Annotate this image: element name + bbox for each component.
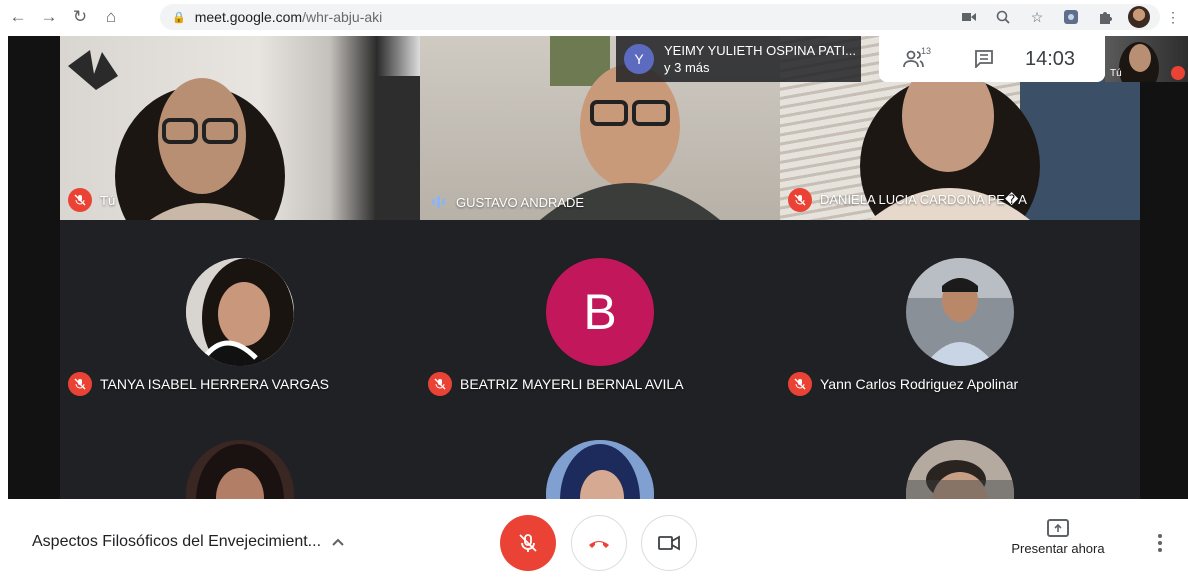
lock-icon: 🔒 xyxy=(172,11,186,24)
tile-name-label: GUSTAVO ANDRADE xyxy=(456,194,585,210)
participant-avatar xyxy=(906,258,1014,366)
mic-off-icon xyxy=(428,372,452,396)
mic-off-icon xyxy=(1171,66,1185,80)
presenter-name: YEIMY YULIETH OSPINA PATI... xyxy=(664,43,856,58)
participant-tile-tanya[interactable]: TANYA ISABEL HERRERA VARGAS xyxy=(60,220,420,430)
camera-icon[interactable] xyxy=(954,4,984,30)
zoom-icon[interactable] xyxy=(988,4,1018,30)
video-camera-icon xyxy=(658,535,680,551)
participant-avatar-partial[interactable] xyxy=(546,440,654,499)
puzzle-icon[interactable] xyxy=(1090,4,1120,30)
stage-margin-left xyxy=(8,36,60,499)
camera-toggle-button[interactable] xyxy=(641,515,697,571)
meeting-clock: 14:03 xyxy=(1025,47,1076,70)
video-tile-self[interactable]: Tú xyxy=(60,36,420,220)
participant-tile-yann[interactable]: Yann Carlos Rodriguez Apolinar xyxy=(780,220,1140,430)
extension-icon[interactable] xyxy=(1056,4,1086,30)
mic-off-icon xyxy=(68,188,92,212)
menu-dots-icon[interactable]: ⋮ xyxy=(1158,4,1188,30)
tile-name-label: TANYA ISABEL HERRERA VARGAS xyxy=(100,376,329,392)
participant-tile-beatriz[interactable]: B BEATRIZ MAYERLI BERNAL AVILA xyxy=(420,220,780,430)
hang-up-icon xyxy=(589,541,609,548)
chat-button[interactable] xyxy=(949,36,1019,82)
self-preview-label: Tú xyxy=(1110,68,1122,79)
home-icon[interactable]: ⌂ xyxy=(98,4,124,30)
star-icon[interactable]: ☆ xyxy=(1022,4,1052,30)
present-screen-icon xyxy=(1047,519,1069,537)
top-info-panel: 13 14:03 xyxy=(879,36,1105,82)
mic-off-icon xyxy=(68,372,92,396)
meeting-stage: Tú GUSTAVO ANDRADE DANIELA LUCIA CARDONA… xyxy=(8,36,1188,499)
profile-avatar[interactable] xyxy=(1124,4,1154,30)
chat-icon xyxy=(975,50,993,68)
participant-letter-avatar: B xyxy=(546,258,654,366)
mic-off-icon xyxy=(788,188,812,212)
participant-avatar-partial[interactable] xyxy=(186,440,294,499)
meeting-details-button[interactable]: Aspectos Filosóficos del Envejecimient..… xyxy=(32,533,345,551)
tile-name-label: BEATRIZ MAYERLI BERNAL AVILA xyxy=(460,376,684,392)
mic-off-icon xyxy=(788,372,812,396)
presenter-chip[interactable]: Y YEIMY YULIETH OSPINA PATI... y 3 más xyxy=(616,36,861,82)
leave-call-button[interactable] xyxy=(571,515,627,571)
chevron-up-icon xyxy=(332,538,344,546)
bottom-controls-bar: Aspectos Filosóficos del Envejecimient..… xyxy=(0,499,1188,579)
microphone-toggle-button[interactable] xyxy=(500,515,556,571)
participant-avatar xyxy=(186,258,294,366)
stage-margin-right xyxy=(1140,36,1188,499)
url-host: meet.google.com xyxy=(194,9,303,25)
presenter-more: y 3 más xyxy=(664,60,710,75)
participant-count: 13 xyxy=(921,46,932,56)
tile-name-label: DANIELA LUCIA CARDONA PE�A xyxy=(820,192,1027,207)
url-path: /whr-abju-aki xyxy=(302,9,383,25)
tile-name-label: Tú xyxy=(100,192,116,208)
browser-toolbar: ← → ↻ ⌂ 🔒 meet.google.com/whr-abju-aki ☆… xyxy=(0,0,1188,34)
meeting-title: Aspectos Filosóficos del Envejecimient..… xyxy=(32,533,322,550)
self-preview[interactable]: Tú xyxy=(1105,36,1188,82)
reload-icon[interactable]: ↻ xyxy=(67,4,93,30)
forward-arrow-icon[interactable]: → xyxy=(36,4,62,30)
mic-off-icon xyxy=(519,534,537,552)
participants-button[interactable]: 13 xyxy=(879,36,949,82)
participant-avatar-partial[interactable] xyxy=(906,440,1014,499)
present-now-label: Presentar ahora xyxy=(1011,541,1105,556)
tile-name-label: Yann Carlos Rodriguez Apolinar xyxy=(820,376,1019,392)
present-now-button[interactable]: Presentar ahora xyxy=(1004,519,1112,556)
back-arrow-icon[interactable]: ← xyxy=(5,4,31,30)
speaking-indicator-icon xyxy=(428,192,448,212)
presenter-avatar: Y xyxy=(624,44,654,74)
more-options-button[interactable] xyxy=(1148,529,1172,557)
